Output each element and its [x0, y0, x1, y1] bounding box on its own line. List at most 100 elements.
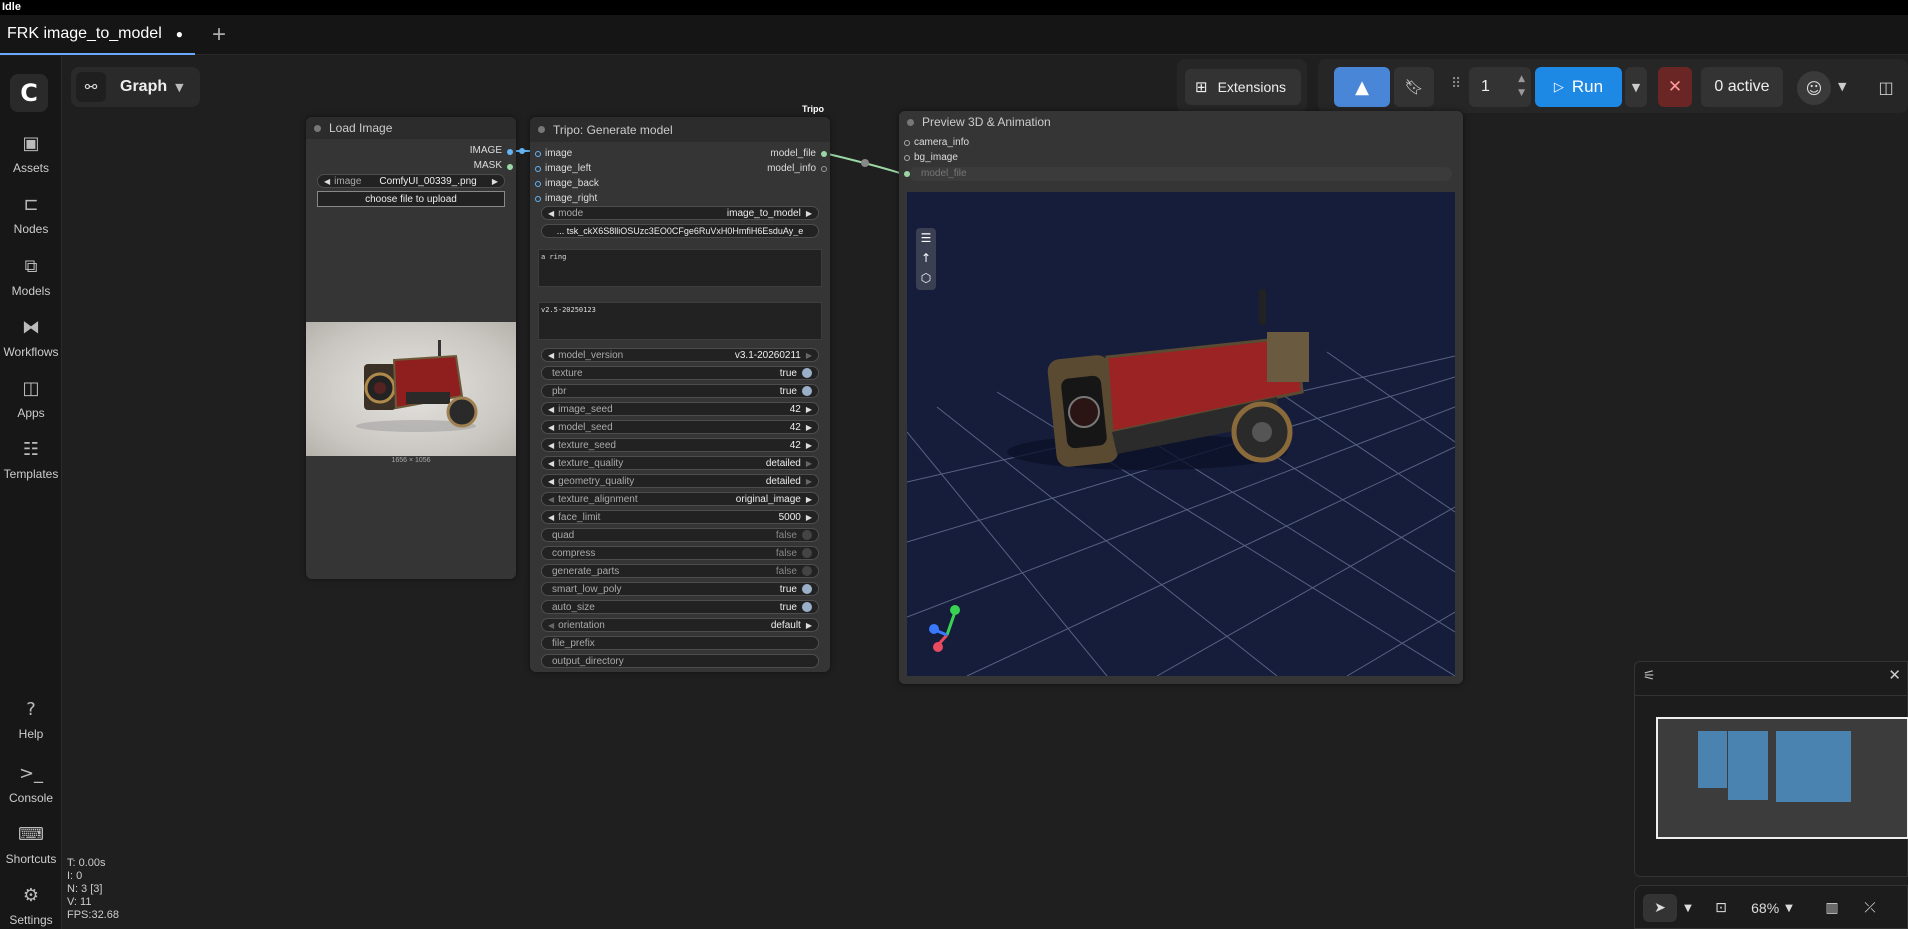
left-arrow-icon[interactable]: ◀ [548, 513, 554, 522]
mode-widget[interactable]: ◀ mode image_to_model ▶ [541, 206, 819, 220]
zoom-control[interactable]: 68% ▼ [1741, 894, 1803, 922]
widget-pbr[interactable]: pbr true [541, 384, 819, 398]
sidebar-item-models[interactable]: ⧉ Models [0, 254, 62, 310]
node-title-bar[interactable]: Preview 3D & Animation [899, 111, 1463, 133]
fit-view-button[interactable]: ⊡ [1707, 894, 1735, 922]
widget-image-seed[interactable]: ◀ image_seed 42 ▶ [541, 402, 819, 416]
widget-texture-alignment[interactable]: ◀ texture_alignment original_image ▶ [541, 492, 819, 506]
toggle-switch[interactable] [802, 548, 812, 558]
menu-icon[interactable]: ☰ [916, 228, 936, 248]
widget-auto-size[interactable]: auto_size true [541, 600, 819, 614]
collapse-dot[interactable] [538, 126, 545, 133]
widget-output-directory[interactable]: output_directory [541, 654, 819, 668]
active-queue-button[interactable]: 0 active [1701, 67, 1783, 107]
stepper-arrows-icon[interactable]: ▲ ▼ [1518, 72, 1525, 100]
right-arrow-icon[interactable]: ▶ [806, 513, 812, 522]
toggle-panel-button[interactable]: ◫ [1872, 73, 1900, 101]
queue-mode-button[interactable]: ▲ [1334, 67, 1390, 107]
collapse-dot[interactable] [314, 124, 321, 132]
right-arrow-icon[interactable]: ▶ [806, 405, 812, 414]
widget-texture-quality[interactable]: ◀ texture_quality detailed ▶ [541, 456, 819, 470]
select-tool-button[interactable]: ➤ [1643, 894, 1677, 922]
api-key-widget[interactable]: ... tsk_ckX6S8lliOSUzc3EO0CFge6RuVxH0Hmf… [541, 224, 819, 238]
input-image-port[interactable] [535, 151, 541, 157]
negative-prompt-textarea[interactable]: v2.5-20250123 [538, 302, 822, 340]
extensions-button[interactable]: ⊞ Extensions [1185, 69, 1301, 105]
widget-quad[interactable]: quad false [541, 528, 819, 542]
toggle-switch[interactable] [802, 566, 812, 576]
left-arrow-icon[interactable]: ◀ [548, 495, 554, 504]
left-arrow-icon[interactable]: ◀ [324, 177, 330, 186]
input-model-file-port[interactable] [904, 171, 910, 177]
widget-texture[interactable]: texture true [541, 366, 819, 380]
image-select-widget[interactable]: ◀ image ComfyUI_00339_.png ▶ [317, 174, 505, 188]
preview-3d-node[interactable]: Preview 3D & Animation camera_info bg_im… [899, 111, 1463, 684]
widget-model-seed[interactable]: ◀ model_seed 42 ▶ [541, 420, 819, 434]
left-arrow-icon[interactable]: ◀ [548, 477, 554, 486]
widget-compress[interactable]: compress false [541, 546, 819, 560]
left-arrow-icon[interactable]: ◀ [548, 441, 554, 450]
sidebar-item-assets[interactable]: ▣ Assets [0, 131, 62, 187]
settings-sliders-icon[interactable]: ⚟ [1643, 668, 1656, 684]
right-arrow-icon[interactable]: ▶ [806, 209, 812, 218]
minimap-toggle-button[interactable]: ▥ [1817, 894, 1847, 922]
left-arrow-icon[interactable]: ◀ [548, 423, 554, 432]
input-bg-image-port[interactable] [904, 155, 910, 161]
right-arrow-icon[interactable]: ▶ [806, 423, 812, 432]
widget-texture-seed[interactable]: ◀ texture_seed 42 ▶ [541, 438, 819, 452]
graph-breadcrumb-button[interactable]: ⚯ Graph ▼ [71, 67, 200, 107]
right-arrow-icon[interactable]: ▶ [806, 351, 812, 360]
comfy-logo[interactable]: C [10, 74, 48, 112]
user-avatar-button[interactable]: ☺ [1797, 71, 1831, 105]
hide-links-button[interactable]: ⤫ [1855, 894, 1885, 922]
tool-dropdown[interactable]: ▼ [1679, 894, 1697, 922]
widget-smart-low-poly[interactable]: smart_low_poly true [541, 582, 819, 596]
left-arrow-icon[interactable]: ◀ [548, 621, 554, 630]
arrow-up-icon[interactable]: ↑ [916, 248, 936, 268]
output-model-file-port[interactable] [821, 151, 827, 157]
right-arrow-icon[interactable]: ▶ [806, 441, 812, 450]
widget-model-version[interactable]: ◀ model_version v3.1-20260211 ▶ [541, 348, 819, 362]
widget-geometry-quality[interactable]: ◀ geometry_quality detailed ▶ [541, 474, 819, 488]
drag-handle-icon[interactable]: ⠿ [1451, 76, 1461, 92]
output-image-port[interactable] [507, 149, 513, 155]
workflow-tab[interactable]: FRK image_to_model ● [0, 15, 195, 55]
cube-icon[interactable]: ⬡ [916, 268, 936, 288]
prompt-textarea[interactable]: a ring [538, 249, 822, 287]
bookmark-button[interactable]: 🔖︎ [1394, 67, 1434, 107]
minimap-viewport[interactable] [1656, 717, 1908, 839]
right-arrow-icon[interactable]: ▶ [806, 477, 812, 486]
input-image-right-port[interactable] [535, 196, 541, 202]
toggle-switch[interactable] [802, 584, 812, 594]
sidebar-item-apps[interactable]: ◫ Apps [0, 376, 62, 432]
node-title-bar[interactable]: Load Image [306, 117, 516, 139]
right-arrow-icon[interactable]: ▶ [492, 177, 498, 186]
run-options-dropdown[interactable]: ▼ [1625, 67, 1647, 107]
sidebar-item-console[interactable]: >_ Console [0, 761, 62, 817]
tripo-generate-model-node[interactable]: Tripo: Generate model image image_left i… [530, 117, 830, 672]
run-button[interactable]: ▷ Run [1535, 67, 1622, 107]
left-arrow-icon[interactable]: ◀ [548, 405, 554, 414]
toggle-switch[interactable] [802, 602, 812, 612]
right-arrow-icon[interactable]: ▶ [806, 459, 812, 468]
left-arrow-icon[interactable]: ◀ [548, 209, 554, 218]
model-file-widget[interactable]: model_file [909, 167, 1452, 181]
sidebar-item-nodes[interactable]: ⊏ Nodes [0, 192, 62, 248]
node-title-bar[interactable]: Tripo: Generate model [530, 117, 830, 142]
left-arrow-icon[interactable]: ◀ [548, 459, 554, 468]
toggle-switch[interactable] [802, 530, 812, 540]
left-arrow-icon[interactable]: ◀ [548, 351, 554, 360]
batch-count-input[interactable]: 1 ▲ ▼ [1469, 67, 1531, 107]
input-image-left-port[interactable] [535, 166, 541, 172]
load-image-node[interactable]: Load Image IMAGE MASK ◀ image ComfyUI_00… [306, 117, 516, 579]
cancel-run-button[interactable]: ✕ [1658, 67, 1692, 107]
right-arrow-icon[interactable]: ▶ [806, 495, 812, 504]
new-tab-button[interactable]: + [205, 15, 233, 55]
widget-generate-parts[interactable]: generate_parts false [541, 564, 819, 578]
output-mask-port[interactable] [507, 164, 513, 170]
sidebar-item-help[interactable]: ? Help [0, 697, 62, 753]
toggle-switch[interactable] [802, 386, 812, 396]
chevron-down-icon[interactable]: ▼ [1838, 80, 1846, 93]
toggle-switch[interactable] [802, 368, 812, 378]
upload-button[interactable]: choose file to upload [317, 191, 505, 207]
